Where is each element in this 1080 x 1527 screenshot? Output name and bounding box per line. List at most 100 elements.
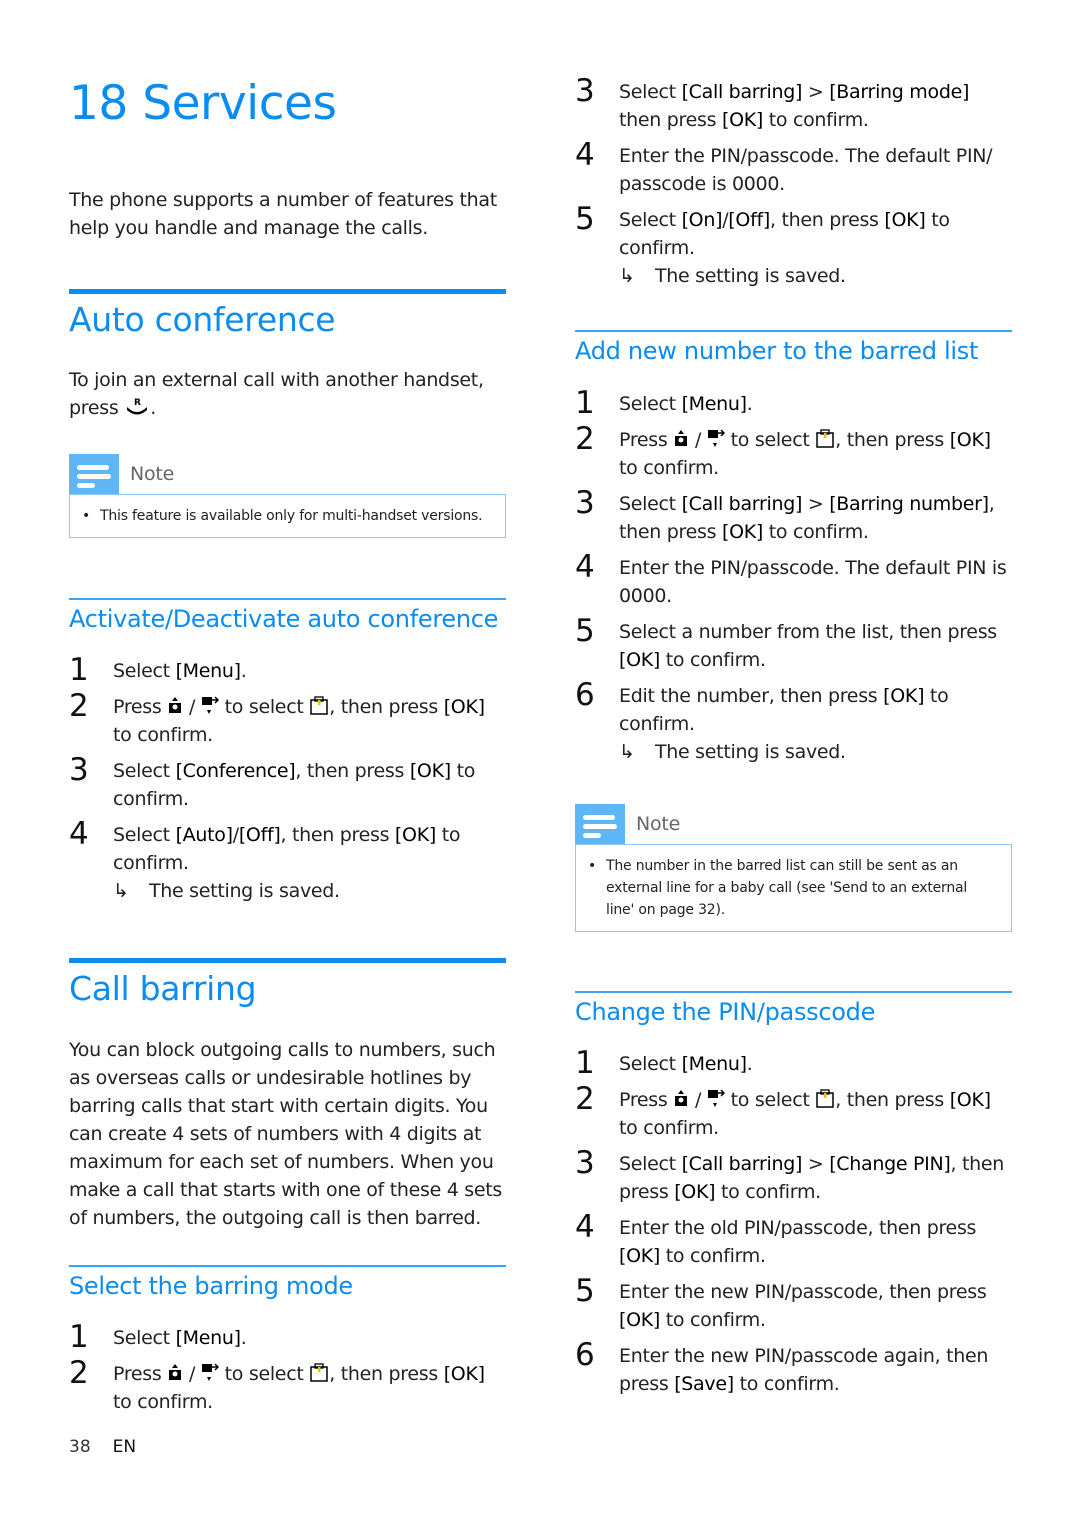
note-header: Note bbox=[575, 804, 1012, 844]
note-label: Note bbox=[130, 463, 175, 485]
step: 3 Select [Call barring] > [Barring numbe… bbox=[575, 485, 995, 543]
subsection-rule bbox=[575, 991, 1012, 993]
chapter-title: 18 Services bbox=[69, 76, 337, 131]
steps-change-pin: 1 Select [Menu]. 2 Press / to select , t… bbox=[575, 1045, 1012, 1398]
heading-activate-auto-conference: Activate/Deactivate auto conference bbox=[69, 605, 499, 633]
step-number: 1 bbox=[69, 1319, 89, 1355]
steps-barring-mode-part1: 1 Select [Menu]. 2 Press / to select , t… bbox=[69, 1319, 506, 1416]
svg-text:R: R bbox=[134, 398, 141, 408]
step-number: 2 bbox=[575, 1081, 595, 1117]
step-number: 4 bbox=[575, 549, 595, 585]
scroll-down-redial-icon bbox=[707, 429, 725, 447]
step-number: 2 bbox=[69, 1355, 89, 1391]
scroll-up-contacts-icon bbox=[675, 430, 688, 446]
step: 4 Enter the PIN/passcode. The default PI… bbox=[575, 549, 1007, 607]
step: 2 Press / to select , then press [OK] to… bbox=[575, 421, 991, 479]
services-menu-icon bbox=[310, 1363, 328, 1382]
note-content: • This feature is available only for mul… bbox=[69, 494, 506, 538]
call-barring-intro: You can block outgoing calls to numbers,… bbox=[69, 1039, 502, 1229]
bullet: • bbox=[82, 508, 91, 524]
step-number: 3 bbox=[575, 73, 595, 109]
steps-add-number: 1 Select [Menu]. 2 Press / to select , t… bbox=[575, 385, 1012, 766]
note-text: The number in the barred list can still … bbox=[606, 858, 968, 918]
step-number: 1 bbox=[69, 652, 89, 688]
subsection-rule bbox=[69, 598, 506, 600]
menu-label: [Menu] bbox=[175, 660, 242, 682]
services-menu-icon bbox=[310, 696, 328, 715]
step: 2 Press / to select , then press [OK] to… bbox=[69, 1355, 485, 1413]
step-number: 5 bbox=[575, 613, 595, 649]
step-number: 6 bbox=[575, 1337, 595, 1373]
step-result: ↳ The setting is saved. bbox=[619, 738, 1012, 766]
note-block: Note • This feature is available only fo… bbox=[69, 454, 506, 538]
heading-change-pin: Change the PIN/passcode bbox=[575, 998, 876, 1026]
step-number: 4 bbox=[69, 816, 89, 852]
subsection-rule bbox=[69, 1265, 506, 1267]
step: 4 Select [Auto]/[Off], then press [OK] t… bbox=[69, 816, 506, 905]
step: 2 Press / to select , then press [OK] to… bbox=[69, 688, 485, 746]
step-number: 1 bbox=[575, 1045, 595, 1081]
step: 4 Enter the old PIN/passcode, then press… bbox=[575, 1209, 977, 1267]
section-rule bbox=[69, 958, 506, 963]
services-menu-icon bbox=[816, 429, 834, 448]
scroll-down-redial-icon bbox=[201, 1363, 219, 1381]
note-icon bbox=[69, 454, 119, 494]
scroll-up-contacts-icon bbox=[675, 1090, 688, 1106]
note-block: Note • The number in the barred list can… bbox=[575, 804, 1012, 932]
step: 1 Select [Menu]. bbox=[69, 652, 247, 688]
step: 5 Select a number from the list, then pr… bbox=[575, 613, 997, 671]
heading-call-barring: Call barring bbox=[69, 969, 257, 1008]
step: 1 Select [Menu]. bbox=[69, 1319, 247, 1355]
step-number: 1 bbox=[575, 385, 595, 421]
scroll-up-contacts-icon bbox=[169, 697, 182, 713]
language-code: EN bbox=[112, 1437, 137, 1457]
subsection-rule bbox=[575, 330, 1012, 332]
scroll-up-contacts-icon bbox=[169, 1364, 182, 1380]
heading-select-barring-mode: Select the barring mode bbox=[69, 1272, 353, 1300]
step-number: 5 bbox=[575, 1273, 595, 1309]
bullet: • bbox=[588, 858, 597, 874]
step: 3 Select [Call barring] > [Barring mode]… bbox=[575, 73, 970, 131]
step: 3 Select [Call barring] > [Change PIN], … bbox=[575, 1145, 1004, 1203]
scroll-down-redial-icon bbox=[201, 696, 219, 714]
note-content: • The number in the barred list can stil… bbox=[575, 844, 1012, 932]
result-arrow-icon: ↳ bbox=[619, 265, 635, 287]
step-number: 3 bbox=[575, 1145, 595, 1181]
heading-auto-conference: Auto conference bbox=[69, 300, 336, 339]
services-menu-icon bbox=[816, 1089, 834, 1108]
step-result: ↳ The setting is saved. bbox=[619, 262, 1012, 290]
note-icon bbox=[575, 804, 625, 844]
step-number: 2 bbox=[69, 688, 89, 724]
note-label: Note bbox=[636, 813, 681, 835]
step: 1 Select [Menu]. bbox=[575, 385, 753, 421]
page-footer: 38 EN bbox=[69, 1437, 136, 1457]
step: 5 Select [On]/[Off], then press [OK] to … bbox=[575, 201, 1012, 290]
step-number: 6 bbox=[575, 677, 595, 713]
result-arrow-icon: ↳ bbox=[113, 880, 129, 902]
chapter-intro: The phone supports a number of features … bbox=[69, 189, 497, 239]
note-header: Note bbox=[69, 454, 506, 494]
step: 6 Enter the new PIN/passcode again, then… bbox=[575, 1337, 989, 1395]
step-result: ↳ The setting is saved. bbox=[113, 877, 506, 905]
result-arrow-icon: ↳ bbox=[619, 741, 635, 763]
step-number: 4 bbox=[575, 137, 595, 173]
scroll-down-redial-icon bbox=[707, 1089, 725, 1107]
steps-barring-mode-part2: 3 Select [Call barring] > [Barring mode]… bbox=[575, 73, 1012, 290]
step: 2 Press / to select , then press [OK] to… bbox=[575, 1081, 991, 1139]
step-number: 2 bbox=[575, 421, 595, 457]
steps-activate: 1 Select [Menu]. 2 Press / to select , t… bbox=[69, 652, 506, 905]
section-rule bbox=[69, 289, 506, 294]
step: 6 Edit the number, then press [OK] to co… bbox=[575, 677, 1012, 766]
step-number: 5 bbox=[575, 201, 595, 237]
auto-conference-intro: To join an external call with another ha… bbox=[69, 369, 484, 419]
step: 4 Enter the PIN/passcode. The default PI… bbox=[575, 137, 993, 195]
step-number: 3 bbox=[69, 752, 89, 788]
flash-recall-icon: R bbox=[127, 398, 148, 415]
step: 3 Select [Conference], then press [OK] t… bbox=[69, 752, 476, 810]
step-number: 4 bbox=[575, 1209, 595, 1245]
step-number: 3 bbox=[575, 485, 595, 521]
heading-add-number-barred-list: Add new number to the barred list bbox=[575, 337, 979, 365]
note-text: This feature is available only for multi… bbox=[100, 508, 483, 524]
step: 5 Enter the new PIN/passcode, then press… bbox=[575, 1273, 987, 1331]
page-number: 38 bbox=[69, 1437, 91, 1457]
